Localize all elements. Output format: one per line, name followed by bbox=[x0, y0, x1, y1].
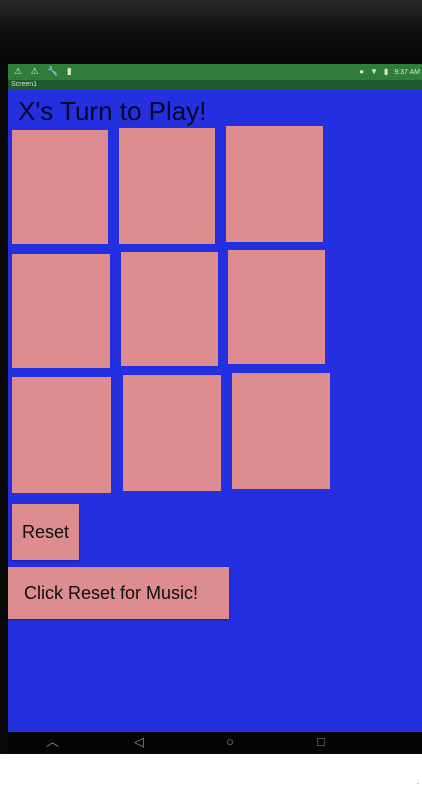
notification-icons: ⚠ ⚠ 🔧 ▮ bbox=[14, 66, 75, 76]
status-right-group: ● ▼ ▮ 9:37 AM bbox=[359, 67, 420, 76]
chevron-up-icon[interactable]: ︿ bbox=[46, 735, 59, 749]
board-cell-4[interactable] bbox=[12, 254, 110, 368]
status-bar: ⚠ ⚠ 🔧 ▮ ● ▼ ▮ 9:37 AM bbox=[8, 64, 422, 80]
music-reset-button[interactable]: Click Reset for Music! bbox=[8, 567, 229, 619]
page-bottom-margin: . bbox=[0, 754, 422, 788]
wifi-icon: ▼ bbox=[370, 67, 378, 76]
recents-icon[interactable]: □ bbox=[317, 735, 325, 749]
home-icon[interactable]: ○ bbox=[226, 735, 234, 749]
screen-title: Screen1 bbox=[11, 81, 38, 88]
board-cell-5[interactable] bbox=[121, 252, 218, 366]
turn-label: X's Turn to Play! bbox=[18, 96, 207, 126]
board-cell-3[interactable] bbox=[226, 126, 323, 242]
signal-icon: ● bbox=[359, 67, 365, 76]
photo-top-edge bbox=[0, 0, 422, 64]
battery-icon: ▮ bbox=[383, 67, 389, 76]
stray-dot: . bbox=[416, 777, 419, 786]
status-time: 9:37 AM bbox=[394, 69, 420, 76]
screen-title-bar: Screen1 bbox=[8, 80, 422, 90]
board-cell-8[interactable] bbox=[123, 375, 221, 491]
reset-button[interactable]: Reset bbox=[12, 504, 79, 560]
board-cell-7[interactable] bbox=[12, 377, 111, 493]
board-cell-2[interactable] bbox=[119, 128, 215, 244]
navigation-bar: ︿ ◁ ○ □ bbox=[8, 732, 422, 754]
app-screen: X's Turn to Play! Reset Click Reset for … bbox=[8, 90, 422, 732]
board-cell-6[interactable] bbox=[228, 250, 325, 364]
board-cell-1[interactable] bbox=[12, 130, 108, 244]
board-cell-9[interactable] bbox=[232, 373, 330, 489]
back-icon[interactable]: ◁ bbox=[134, 735, 144, 749]
